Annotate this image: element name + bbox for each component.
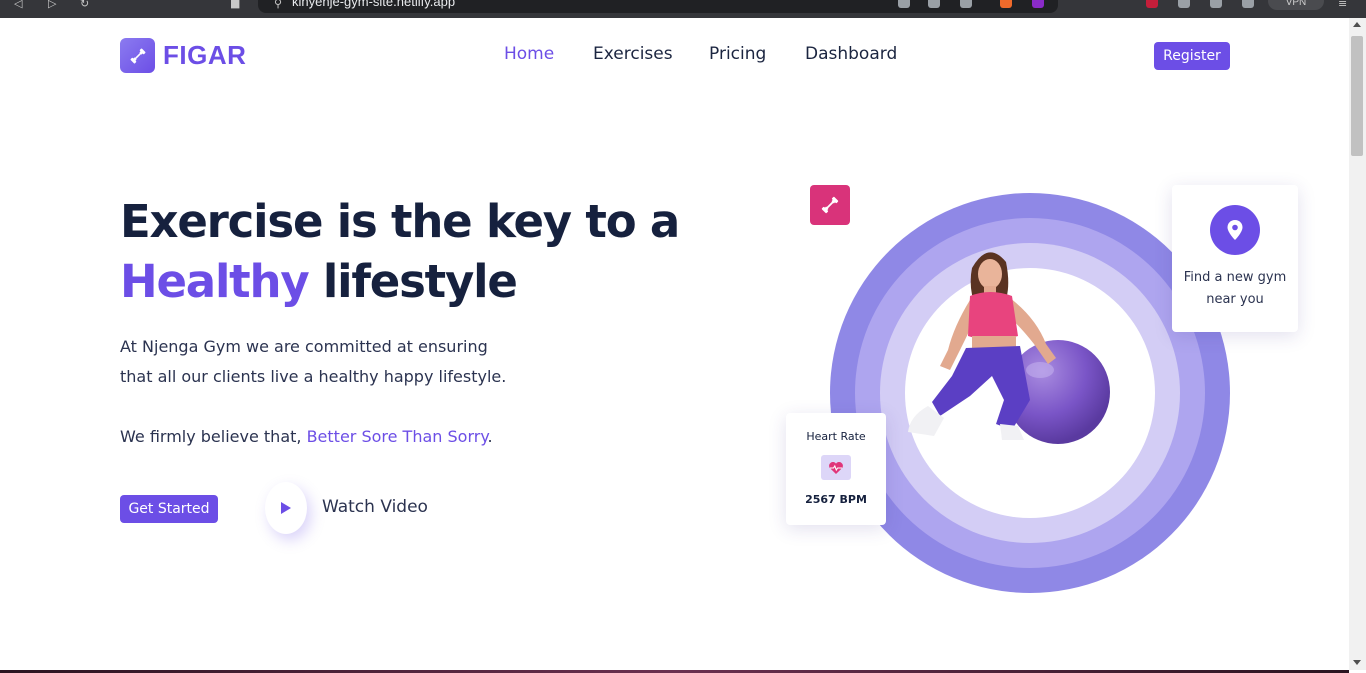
nav-pricing[interactable]: Pricing — [709, 44, 766, 64]
brand-name: FIGAR — [163, 40, 247, 70]
find-gym-card[interactable]: Find a new gym near you — [1172, 185, 1298, 332]
location-pin-icon — [1210, 205, 1260, 255]
hero-title-accent: Healthy — [120, 255, 310, 308]
hero-title-rest: lifestyle — [308, 255, 518, 308]
nav-dashboard[interactable]: Dashboard — [805, 44, 897, 64]
extension-icon[interactable] — [928, 0, 940, 8]
puzzle-icon[interactable] — [1178, 0, 1190, 8]
brand-logo[interactable]: FIGAR — [120, 38, 246, 73]
nav-exercises[interactable]: Exercises — [593, 44, 673, 64]
dumbbell-icon — [810, 185, 850, 225]
register-button[interactable]: Register — [1154, 42, 1230, 70]
extension-icon[interactable] — [960, 0, 972, 8]
site-info-icon[interactable]: ⚲ — [274, 0, 282, 9]
play-icon — [281, 502, 291, 514]
bookmark-icon[interactable]: ■ — [230, 0, 240, 9]
dumbbell-icon — [120, 38, 155, 73]
scrollbar-thumb[interactable] — [1351, 36, 1363, 156]
heart-rate-title: Heart Rate — [806, 430, 866, 443]
extension-icon[interactable] — [898, 0, 910, 8]
reload-icon[interactable]: ↻ — [80, 0, 89, 9]
brave-shield-icon[interactable] — [1000, 0, 1012, 8]
heart-rate-card: Heart Rate 2567 BPM — [786, 413, 886, 525]
scroll-down-icon[interactable] — [1353, 660, 1361, 665]
heart-pulse-icon — [821, 455, 851, 480]
hero-motto-accent: Better Sore Than Sorry — [306, 427, 488, 446]
hero-title-line1: Exercise is the key to a — [120, 195, 680, 248]
extension-icon[interactable] — [1146, 0, 1158, 8]
wallet-icon[interactable] — [1210, 0, 1222, 8]
menu-icon[interactable]: ≡ — [1338, 0, 1347, 9]
find-gym-text: Find a new gym near you — [1183, 270, 1287, 307]
athlete-with-exercise-ball-image — [908, 252, 1110, 444]
browser-toolbar: ◁ ▷ ↻ ■ ⚲ kinyenje-gym-site.netlify.app … — [0, 0, 1366, 18]
hero-description-line2: that all our clients live a healthy happ… — [120, 367, 507, 386]
rewards-icon[interactable] — [1032, 0, 1044, 8]
heart-rate-value: 2567 BPM — [805, 493, 867, 506]
hero-description-line1: At Njenga Gym we are committed at ensuri… — [120, 337, 488, 356]
hero-motto: We firmly believe that, Better Sore Than… — [120, 422, 493, 452]
address-url: kinyenje-gym-site.netlify.app — [292, 0, 456, 9]
vpn-button[interactable]: VPN — [1268, 0, 1324, 10]
nav-home[interactable]: Home — [504, 44, 554, 64]
watch-video-link[interactable]: Watch Video — [322, 497, 428, 517]
hero-description: At Njenga Gym we are committed at ensuri… — [120, 332, 506, 392]
sidebar-icon[interactable] — [1242, 0, 1254, 8]
forward-icon[interactable]: ▷ — [48, 0, 56, 9]
scroll-up-icon[interactable] — [1353, 22, 1361, 27]
hero-motto-suffix: . — [487, 427, 493, 446]
page-scrollbar[interactable] — [1349, 18, 1366, 670]
hero-motto-prefix: We firmly believe that, — [120, 427, 307, 446]
get-started-button[interactable]: Get Started — [120, 495, 218, 523]
back-icon[interactable]: ◁ — [14, 0, 22, 9]
hero-title: Exercise is the key to a Healthy lifesty… — [120, 192, 680, 312]
play-video-button[interactable] — [265, 482, 307, 534]
